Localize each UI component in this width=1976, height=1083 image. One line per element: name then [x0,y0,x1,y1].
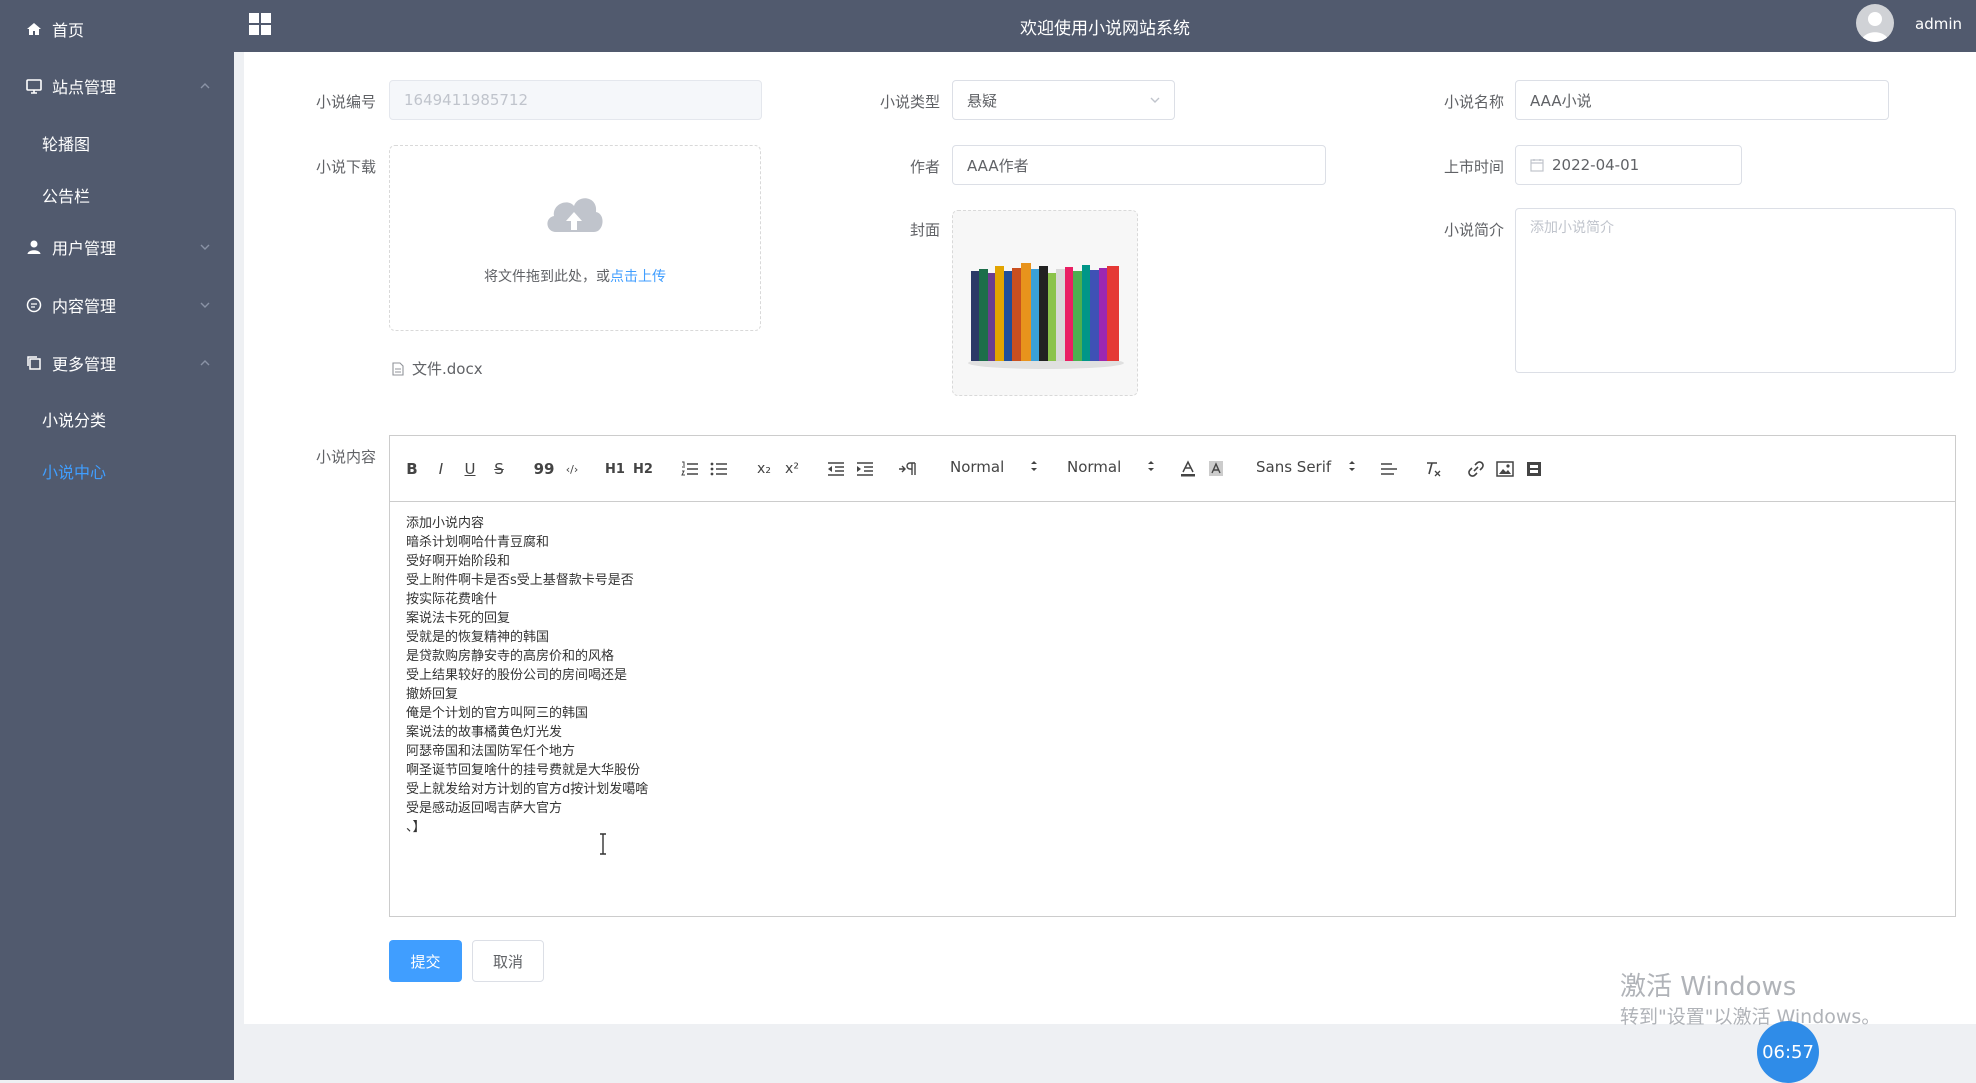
type-select[interactable]: 悬疑 [952,80,1175,120]
content-label: 小说内容 [315,448,376,466]
submit-button[interactable]: 提交 [389,940,462,982]
avatar[interactable] [1856,4,1894,42]
novel-no-input: 1649411985712 [389,80,762,120]
cover-upload[interactable] [952,210,1138,396]
code-button[interactable]: ‹/› [562,458,582,480]
cloud-upload-icon [542,188,606,240]
release-date-value: 2022-04-01 [1552,156,1640,174]
sidebar-item-carousel[interactable]: 轮播图 [42,131,90,155]
release-date-picker[interactable]: 2022-04-01 [1515,145,1742,185]
author-input[interactable]: AAA作者 [952,145,1326,185]
sidebar-item-user-mgmt[interactable]: 用户管理 [0,224,234,270]
clear-format-icon[interactable] [1424,458,1442,480]
download-label: 小说下载 [315,158,376,176]
sidebar-item-label: 用户管理 [52,239,117,258]
font-select-value: Sans Serif [1256,458,1332,476]
cancel-button[interactable]: 取消 [472,940,544,982]
monitor-icon [24,76,44,96]
strike-button[interactable]: S [491,458,507,480]
upload-dropzone[interactable]: 将文件拖到此处，或点击上传 [389,145,761,331]
outdent-icon[interactable] [827,458,845,480]
release-label: 上市时间 [1443,158,1504,176]
chevron-up-icon [198,356,212,370]
file-list-item[interactable]: 文件.docx [392,358,483,379]
updown-icon [1147,458,1155,478]
superscript-button[interactable]: x² [781,458,803,480]
image-icon[interactable] [1496,458,1514,480]
sidebar-item-more-mgmt[interactable]: 更多管理 [0,340,234,386]
user-name[interactable]: admin [1915,15,1962,33]
sidebar-item-content-mgmt[interactable]: 内容管理 [0,282,234,328]
sidebar-item-label: 站点管理 [52,78,117,97]
intro-textarea[interactable]: 添加小说简介 [1515,208,1956,373]
align-icon[interactable] [1380,458,1398,480]
background-color-icon[interactable] [1208,458,1224,480]
subscript-button[interactable]: x₂ [753,458,775,480]
indent-icon[interactable] [856,458,874,480]
ordered-list-icon[interactable] [681,458,699,480]
chevron-down-icon [198,240,212,254]
chevron-down-icon [198,298,212,312]
video-icon[interactable] [1525,458,1543,480]
text-cursor-icon [598,833,608,859]
timer-badge[interactable]: 06:57 [1757,1021,1819,1083]
editor-toolbar: B I U S 99 ‹/› H1 H2 x₂ x² Normal Normal… [390,436,1955,502]
upload-hint-text: 将文件拖到此处，或 [484,269,610,285]
sidebar-item-label: 更多管理 [52,355,117,374]
header-select[interactable]: Normal [1067,458,1167,480]
sidebar-item-novel-center[interactable]: 小说中心 [42,459,106,483]
sidebar-item-label: 内容管理 [52,297,117,316]
sidebar-item-site-mgmt[interactable]: 站点管理 [0,63,234,109]
font-select[interactable]: Sans Serif [1256,458,1356,480]
upload-hint: 将文件拖到此处，或点击上传 [390,266,760,286]
h1-button[interactable]: H1 [604,458,626,480]
updown-icon [1348,458,1356,478]
cover-label: 封面 [909,221,940,239]
type-label: 小说类型 [879,93,940,111]
user-icon [24,237,44,257]
type-select-value: 悬疑 [967,91,998,110]
name-label: 小说名称 [1443,93,1504,111]
text-direction-icon[interactable] [898,458,918,480]
size-select-value: Normal [950,458,1005,476]
page-title: 欢迎使用小说网站系统 [1020,19,1190,39]
size-select[interactable]: Normal [950,458,1050,480]
updown-icon [1030,458,1038,478]
cover-image [953,211,1137,395]
link-icon[interactable] [1467,458,1485,480]
sidebar-item-novel-category[interactable]: 小说分类 [42,407,106,431]
home-icon [24,19,44,39]
calendar-icon [1530,158,1544,172]
italic-button[interactable]: I [433,458,449,480]
blockquote-button[interactable]: 99 [534,458,555,480]
top-bar: 欢迎使用小说网站系统 admin [234,0,1976,52]
activation-watermark-subtitle: 转到"设置"以激活 Windows。 [1620,1006,1881,1028]
chat-icon [24,295,44,315]
document-icon [392,361,404,376]
bullet-list-icon[interactable] [710,458,728,480]
sidebar-item-home[interactable]: 首页 [0,6,234,52]
intro-label: 小说简介 [1443,221,1504,239]
editor-content[interactable]: 添加小说内容 暗杀计划啊哈什青豆腐和 受好啊开始阶段和 受上附件啊卡是否s受上基… [406,514,648,837]
sidebar-item-label: 首页 [52,21,85,40]
chevron-down-icon [1148,93,1162,107]
activation-watermark-title: 激活 Windows [1620,972,1797,1002]
h2-button[interactable]: H2 [632,458,654,480]
novel-no-label: 小说编号 [315,93,376,111]
sidebar-item-notice[interactable]: 公告栏 [42,183,90,207]
upload-link[interactable]: 点击上传 [610,269,666,285]
underline-button[interactable]: U [462,458,478,480]
file-name: 文件.docx [412,360,483,378]
name-input[interactable]: AAA小说 [1515,80,1889,120]
author-label: 作者 [909,158,940,176]
sidebar: 首页 站点管理 轮播图 公告栏 用户管理 内容管理 更多管理 小说分类 小说中心 [0,0,234,1080]
header-select-value: Normal [1067,458,1122,476]
bold-button[interactable]: B [404,458,420,480]
copy-icon [24,353,44,373]
chevron-up-icon [198,79,212,93]
rich-text-editor: B I U S 99 ‹/› H1 H2 x₂ x² Normal Normal… [389,435,1956,917]
font-color-icon[interactable] [1180,458,1196,480]
